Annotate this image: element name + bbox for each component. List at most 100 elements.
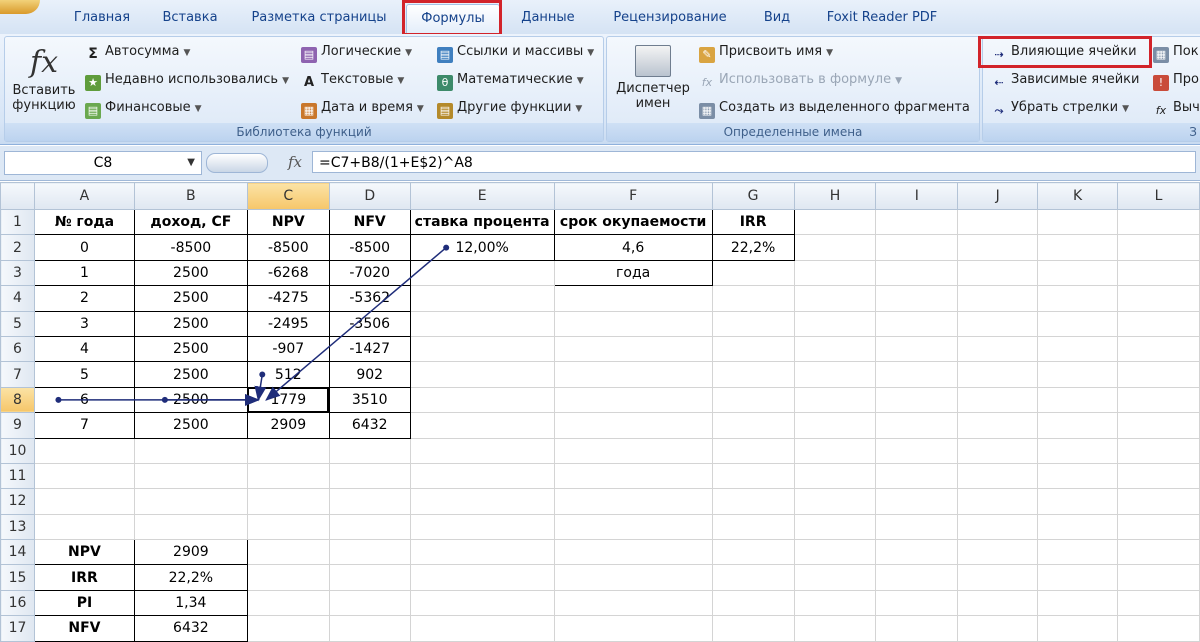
- cell-E8[interactable]: [409, 386, 555, 414]
- cell-H3[interactable]: [793, 259, 877, 287]
- cell-L6[interactable]: [1117, 335, 1200, 363]
- cell-K10[interactable]: [1037, 437, 1119, 464]
- row-header-7[interactable]: 7: [0, 361, 35, 388]
- cell-I2[interactable]: [875, 234, 959, 261]
- cell-F13[interactable]: [553, 513, 713, 541]
- cell-E14[interactable]: [409, 539, 555, 566]
- cell-C5[interactable]: -2495: [246, 310, 330, 337]
- cell-D17[interactable]: [328, 615, 411, 642]
- cell-F16[interactable]: [553, 589, 713, 617]
- cell-D5[interactable]: -3506: [328, 310, 411, 337]
- text-button[interactable]: A Текстовые ▼: [301, 69, 404, 91]
- cell-J12[interactable]: [957, 488, 1039, 515]
- formula-input[interactable]: =C7+B8/(1+E$2)^A8: [312, 151, 1196, 173]
- cell-B8[interactable]: 2500: [133, 386, 248, 414]
- row-header-9[interactable]: 9: [0, 412, 35, 439]
- cell-C16[interactable]: [246, 589, 330, 617]
- cell-B9[interactable]: 2500: [133, 412, 248, 439]
- row-header-5[interactable]: 5: [0, 310, 35, 337]
- cell-L11[interactable]: [1117, 462, 1200, 490]
- cell-F15[interactable]: [553, 564, 713, 591]
- lookup-button[interactable]: ▤ Ссылки и массивы ▼: [437, 41, 594, 63]
- column-header-E[interactable]: E: [409, 182, 555, 210]
- cell-F2[interactable]: 4,6: [553, 234, 713, 261]
- cell-K15[interactable]: [1037, 564, 1119, 591]
- cell-B4[interactable]: 2500: [133, 285, 248, 312]
- cell-J6[interactable]: [957, 335, 1039, 363]
- cell-F11[interactable]: [553, 462, 713, 490]
- cell-J15[interactable]: [957, 564, 1039, 591]
- cell-J10[interactable]: [957, 437, 1039, 464]
- row-header-11[interactable]: 11: [0, 462, 35, 490]
- row-header-15[interactable]: 15: [0, 564, 35, 591]
- row-header-6[interactable]: 6: [0, 335, 35, 363]
- cell-K11[interactable]: [1037, 462, 1119, 490]
- cell-E3[interactable]: [409, 259, 555, 287]
- cell-F4[interactable]: [553, 285, 713, 312]
- cell-B10[interactable]: [133, 437, 248, 464]
- cell-H10[interactable]: [793, 437, 877, 464]
- cell-I7[interactable]: [875, 361, 959, 388]
- column-header-B[interactable]: B: [133, 182, 248, 210]
- cell-L13[interactable]: [1117, 513, 1200, 541]
- cell-L8[interactable]: [1117, 386, 1200, 414]
- cell-L12[interactable]: [1117, 488, 1200, 515]
- cell-I14[interactable]: [875, 539, 959, 566]
- row-header-12[interactable]: 12: [0, 488, 35, 515]
- row-header-14[interactable]: 14: [0, 539, 35, 566]
- cell-H11[interactable]: [793, 462, 877, 490]
- select-all-corner[interactable]: [0, 182, 35, 210]
- cell-L7[interactable]: [1117, 361, 1200, 388]
- cell-C6[interactable]: -907: [246, 335, 330, 363]
- cell-J16[interactable]: [957, 589, 1039, 617]
- cell-C17[interactable]: [246, 615, 330, 642]
- cell-L17[interactable]: [1117, 615, 1200, 642]
- cell-K14[interactable]: [1037, 539, 1119, 566]
- cell-H12[interactable]: [793, 488, 877, 515]
- cell-C12[interactable]: [246, 488, 330, 515]
- cell-G4[interactable]: [711, 285, 795, 312]
- trace-dependents-button[interactable]: ⇠ Зависимые ячейки: [991, 69, 1139, 91]
- cell-J13[interactable]: [957, 513, 1039, 541]
- cell-A9[interactable]: 7: [33, 412, 135, 439]
- cell-A6[interactable]: 4: [33, 335, 135, 363]
- cell-J9[interactable]: [957, 412, 1039, 439]
- insert-function-button[interactable]: fx Вставить функцию: [9, 43, 79, 113]
- cell-K3[interactable]: [1037, 259, 1119, 287]
- cell-G12[interactable]: [711, 488, 795, 515]
- cell-K16[interactable]: [1037, 589, 1119, 617]
- cell-H17[interactable]: [793, 615, 877, 642]
- cell-G2[interactable]: 22,2%: [711, 234, 795, 261]
- cell-H7[interactable]: [793, 361, 877, 388]
- cell-D12[interactable]: [328, 488, 411, 515]
- column-header-C[interactable]: C: [246, 182, 330, 210]
- cell-K5[interactable]: [1037, 310, 1119, 337]
- cell-E17[interactable]: [409, 615, 555, 642]
- cell-I12[interactable]: [875, 488, 959, 515]
- cell-J11[interactable]: [957, 462, 1039, 490]
- cell-J1[interactable]: [957, 208, 1039, 236]
- cell-D15[interactable]: [328, 564, 411, 591]
- cell-D16[interactable]: [328, 589, 411, 617]
- column-header-F[interactable]: F: [553, 182, 713, 210]
- cell-I5[interactable]: [875, 310, 959, 337]
- cell-K6[interactable]: [1037, 335, 1119, 363]
- column-header-D[interactable]: D: [328, 182, 411, 210]
- cell-D3[interactable]: -7020: [328, 259, 411, 287]
- cell-D4[interactable]: -5362: [328, 285, 411, 312]
- cell-A10[interactable]: [33, 437, 135, 464]
- cell-F3[interactable]: года: [553, 259, 713, 287]
- cell-I1[interactable]: [875, 208, 959, 236]
- cell-I4[interactable]: [875, 285, 959, 312]
- cell-F7[interactable]: [553, 361, 713, 388]
- cell-E13[interactable]: [409, 513, 555, 541]
- cell-F6[interactable]: [553, 335, 713, 363]
- cell-E1[interactable]: ставка процента: [409, 208, 555, 236]
- cell-C2[interactable]: -8500: [246, 234, 330, 261]
- cell-C14[interactable]: [246, 539, 330, 566]
- cell-C11[interactable]: [246, 462, 330, 490]
- cell-K12[interactable]: [1037, 488, 1119, 515]
- cell-D1[interactable]: NFV: [328, 208, 411, 236]
- cell-G5[interactable]: [711, 310, 795, 337]
- cell-H13[interactable]: [793, 513, 877, 541]
